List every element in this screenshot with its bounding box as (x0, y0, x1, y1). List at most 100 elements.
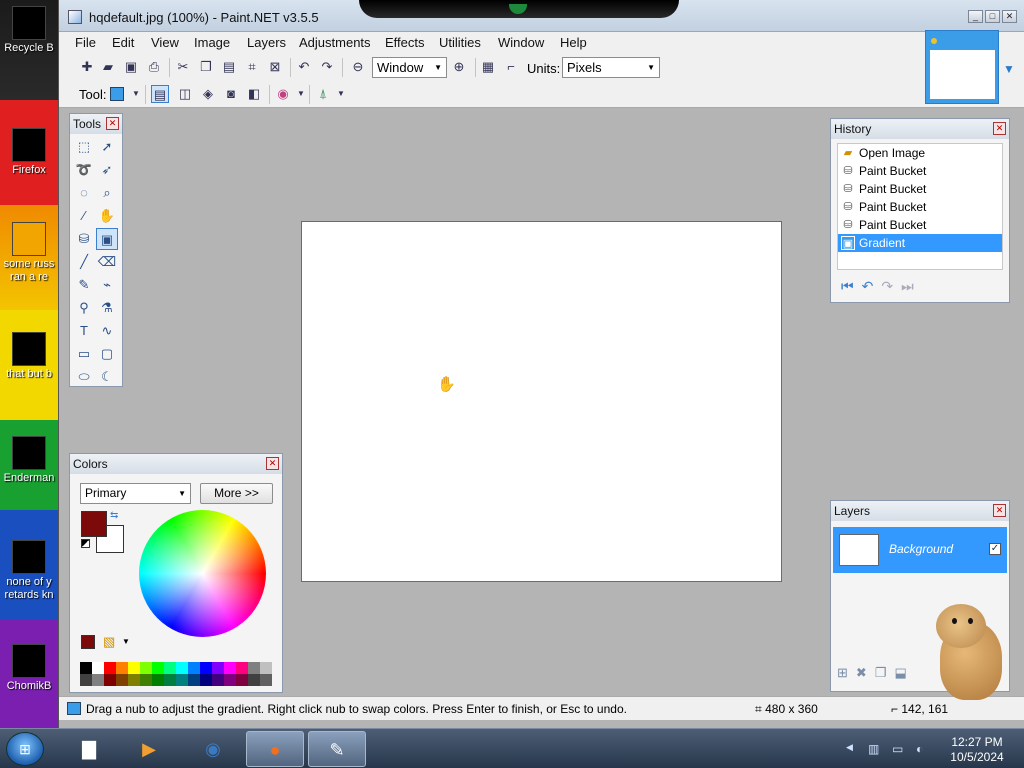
open-folder-icon[interactable]: ▰ (99, 58, 117, 76)
freeform-shape-tool-icon[interactable]: ☾ (96, 366, 118, 388)
desktop-icon-none-of-y[interactable]: none of y retards kn (0, 540, 58, 602)
palette-swatch[interactable] (260, 674, 272, 686)
new-file-icon[interactable]: ✚ (78, 58, 96, 76)
taskbar-app-globe[interactable]: ◉ (184, 731, 242, 767)
menu-layers[interactable]: Layers (243, 33, 290, 52)
taskbar-app-terminal[interactable]: ▇ (60, 731, 118, 767)
taskbar-app-firefox[interactable]: ● (246, 731, 304, 767)
menu-utilities[interactable]: Utilities (435, 33, 485, 52)
more-colors-button[interactable]: More >> (200, 483, 273, 504)
tools-panel-header[interactable]: Tools ✕ (70, 114, 122, 134)
zoom-select[interactable]: Window ▼ (372, 57, 447, 78)
color-mode-icon[interactable]: ◉ (274, 85, 292, 103)
image-thumbnail-tab[interactable] (925, 30, 999, 104)
close-icon[interactable]: ✕ (106, 117, 119, 130)
print-icon[interactable]: ⎙ (145, 58, 163, 76)
palette-swatch[interactable] (128, 674, 140, 686)
undo-icon[interactable]: ↶ (862, 278, 874, 295)
layer-visibility-checkbox[interactable]: ✓ (989, 543, 1001, 555)
radial-gradient-icon[interactable]: ◙ (222, 85, 240, 103)
chevron-down-icon[interactable]: ▼ (127, 85, 145, 103)
rectangle-select-tool-icon[interactable]: ⬚ (73, 136, 95, 158)
palette-swatch[interactable] (116, 662, 128, 674)
antialiasing-icon[interactable]: ⍋ (314, 85, 332, 103)
menu-edit[interactable]: Edit (108, 33, 138, 52)
palette-swatch[interactable] (236, 662, 248, 674)
pencil-tool-icon[interactable]: ✎ (73, 274, 95, 296)
history-item[interactable]: ⛁ Paint Bucket (838, 180, 1002, 198)
ellipse-tool-icon[interactable]: ⬭ (73, 366, 95, 388)
palette-swatch[interactable] (164, 674, 176, 686)
palette-swatch[interactable] (224, 662, 236, 674)
desktop-icon-firefox[interactable]: Firefox (0, 128, 58, 177)
clone-stamp-tool-icon[interactable]: ⚲ (73, 297, 95, 319)
magic-wand-tool-icon[interactable]: ⁄ (73, 205, 95, 227)
palette-swatch[interactable] (188, 674, 200, 686)
layer-row[interactable]: Background ✓ (833, 527, 1007, 573)
image-canvas[interactable] (301, 221, 782, 582)
palette-swatch[interactable] (152, 674, 164, 686)
menu-file[interactable]: File (71, 33, 100, 52)
palette-swatch[interactable] (200, 674, 212, 686)
palette-swatch[interactable] (92, 674, 104, 686)
taskbar-app-paintnet[interactable]: ✎ (308, 731, 366, 767)
desktop-icon-chomikb[interactable]: ChomikB (0, 644, 58, 693)
close-icon[interactable]: ✕ (993, 504, 1006, 517)
palette-swatch[interactable] (80, 674, 92, 686)
palette-swatch[interactable] (212, 674, 224, 686)
color-picker-tool-icon[interactable]: ⌁ (96, 274, 118, 296)
close-button[interactable]: ✕ (1002, 10, 1017, 23)
minimize-button[interactable]: _ (968, 10, 983, 23)
palette-swatch[interactable] (248, 674, 260, 686)
desktop-icon-enderman[interactable]: Enderman (0, 436, 58, 485)
paint-bucket-tool-icon[interactable]: ⛁ (73, 228, 95, 250)
palette-swatch[interactable] (80, 662, 92, 674)
eraser-tool-icon[interactable]: ⌫ (96, 251, 118, 273)
rewind-to-start-icon[interactable]: ⏮ (841, 278, 854, 295)
cut-icon[interactable]: ✂ (174, 58, 192, 76)
palette-swatch[interactable] (128, 662, 140, 674)
history-item[interactable]: ▰ Open Image (838, 144, 1002, 162)
gradient-tool-icon[interactable]: ▣ (96, 228, 118, 250)
merge-layer-down-icon[interactable]: ⬓ (894, 665, 906, 681)
maximize-button[interactable]: □ (985, 10, 1000, 23)
desktop-icon-some-russ[interactable]: some russ ran a re (0, 222, 58, 284)
move-selected-tool-icon[interactable]: ➶ (96, 159, 118, 181)
history-item[interactable]: ⛁ Paint Bucket (838, 162, 1002, 180)
colors-panel-header[interactable]: Colors ✕ (70, 454, 282, 474)
palette-swatch[interactable] (176, 662, 188, 674)
tray-expand-icon[interactable]: ◀ (846, 742, 860, 756)
linear-gradient-icon[interactable]: ▤ (151, 85, 169, 103)
pan-tool-icon[interactable]: ✋ (96, 205, 118, 227)
swap-colors-icon[interactable]: ⇆ (110, 510, 118, 521)
move-selection-tool-icon[interactable]: ➚ (96, 136, 118, 158)
title-bar[interactable]: hqdefault.jpg (100%) - Paint.NET v3.5.5 … (59, 0, 1024, 32)
ellipse-select-tool-icon[interactable]: ◌ (73, 182, 95, 204)
palette-swatch[interactable] (212, 662, 224, 674)
deselect-icon[interactable]: ⊠ (266, 58, 284, 76)
color-mode-select[interactable]: Primary ▼ (80, 483, 191, 504)
thumbnail-list-arrow-icon[interactable]: ▼ (1003, 62, 1015, 76)
reflected-gradient-icon[interactable]: ◫ (176, 85, 194, 103)
close-icon[interactable]: ✕ (993, 122, 1006, 135)
menu-help[interactable]: Help (556, 33, 591, 52)
history-panel-header[interactable]: History ✕ (831, 119, 1009, 139)
zoom-in-icon[interactable]: ⊕ (450, 58, 468, 76)
palette-swatch[interactable] (236, 674, 248, 686)
reset-colors-icon[interactable] (81, 539, 90, 548)
palette-swatch[interactable] (188, 662, 200, 674)
duplicate-layer-icon[interactable]: ❐ (875, 665, 887, 681)
grid-icon[interactable]: ▦ (479, 58, 497, 76)
delete-layer-icon[interactable]: ✖ (856, 665, 867, 681)
rectangle-tool-icon[interactable]: ▭ (73, 343, 95, 365)
primary-color-swatch[interactable] (81, 511, 107, 537)
redo-icon[interactable]: ↷ (881, 278, 893, 295)
zoom-out-icon[interactable]: ⊖ (349, 58, 367, 76)
menu-adjustments[interactable]: Adjustments (295, 33, 375, 52)
desktop-icon-that-but[interactable]: that but b (0, 332, 58, 381)
diamond-gradient-icon[interactable]: ◈ (199, 85, 217, 103)
color-wheel[interactable] (139, 510, 266, 637)
palette-swatch[interactable] (104, 674, 116, 686)
chevron-down-icon[interactable]: ▼ (122, 637, 130, 646)
desktop-icon-recycle-bin[interactable]: Recycle B (0, 6, 58, 55)
